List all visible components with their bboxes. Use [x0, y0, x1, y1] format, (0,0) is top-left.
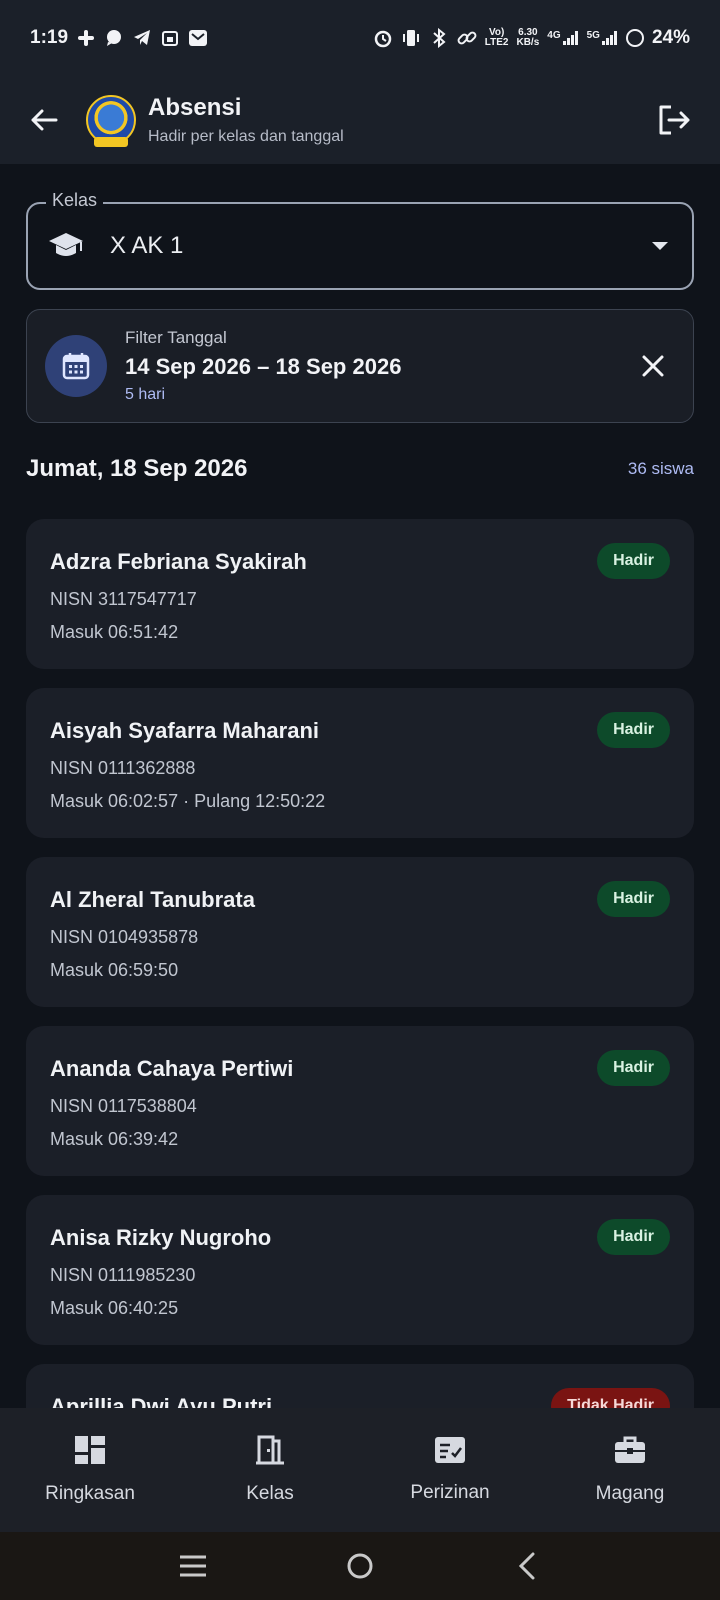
day-title: Jumat, 18 Sep 2026 — [26, 455, 248, 482]
status-badge: Hadir — [597, 1050, 670, 1086]
bottom-nav: Ringkasan Kelas Perizinan Magang — [0, 1408, 720, 1532]
back-button[interactable] — [24, 100, 64, 140]
page-title: Absensi — [148, 94, 242, 121]
volte-bottom: LTE2 — [484, 37, 509, 48]
status-badge: Tidak Hadir — [551, 1388, 670, 1408]
filter-days: 5 hari — [125, 386, 166, 403]
network-speed: 6.30 KB/s — [516, 28, 539, 48]
calendar-icon — [62, 353, 90, 380]
menu-icon — [180, 1555, 207, 1577]
app-header: Absensi Hadir per kelas dan tanggal — [0, 76, 720, 164]
header-titles: Absensi Hadir per kelas dan tanggal — [148, 94, 344, 146]
filter-range: 14 Sep 2026 – 18 Sep 2026 — [125, 354, 402, 379]
clear-filter-button[interactable] — [631, 344, 675, 388]
student-card[interactable]: Al Zheral Tanubrata NISN 0104935878 Masu… — [26, 857, 694, 1007]
student-name: Ananda Cahaya Pertiwi — [50, 1056, 294, 1081]
kelas-label: Kelas — [46, 190, 104, 211]
student-time: Masuk 06:02:57 · Pulang 12:50:22 — [50, 791, 326, 811]
student-nisn: NISN 0117538804 — [50, 1096, 197, 1116]
student-name: Al Zheral Tanubrata — [50, 887, 255, 912]
date-filter-card[interactable]: Filter Tanggal 14 Sep 2026 – 18 Sep 2026… — [26, 309, 694, 423]
calendar-small-icon — [160, 28, 180, 48]
nav-label: Ringkasan — [45, 1483, 135, 1504]
status-left: 1:19 — [30, 27, 208, 49]
signal-5g-label: 5G — [586, 30, 600, 41]
link-icon — [457, 28, 477, 48]
student-name: Anisa Rizky Nugroho — [50, 1225, 272, 1250]
student-card[interactable]: Anisa Rizky Nugroho NISN 0111985230 Masu… — [26, 1195, 694, 1345]
chat-bubble-icon — [104, 28, 124, 48]
status-badge: Hadir — [597, 881, 670, 917]
briefcase-icon — [615, 1436, 645, 1463]
signal-4g-label: 4G — [547, 30, 561, 41]
home-button[interactable] — [335, 1541, 385, 1591]
bluetooth-icon — [429, 28, 449, 48]
student-nisn: NISN 3117547717 — [50, 589, 197, 609]
close-icon — [642, 355, 664, 377]
volte-indicator: Vo) LTE2 — [485, 28, 509, 48]
student-time: Masuk 06:51:42 — [50, 622, 179, 642]
signal-bars-icon — [601, 31, 617, 45]
student-time: Masuk 06:40:25 — [50, 1298, 179, 1318]
student-time: Masuk 06:39:42 — [50, 1129, 179, 1149]
kelas-value: X AK 1 — [110, 232, 184, 259]
dropdown-arrow-icon — [652, 242, 668, 250]
student-card[interactable]: Aisyah Syafarra Maharani NISN 0111362888… — [26, 688, 694, 838]
status-badge: Hadir — [597, 712, 670, 748]
kelas-dropdown[interactable]: Kelas X AK 1 — [26, 190, 694, 290]
status-badge: Hadir — [597, 543, 670, 579]
student-count: 36 siswa — [627, 459, 694, 478]
signal-5g: 5G — [587, 31, 618, 45]
network-speed-unit: KB/s — [516, 37, 540, 48]
chevron-left-icon — [518, 1552, 535, 1580]
battery-icon — [625, 29, 644, 47]
status-bar: 1:19 Vo) LTE2 6.30 KB/s 4G 5G 24% — [0, 0, 720, 76]
battery-level: 24% — [651, 27, 690, 48]
school-logo — [86, 95, 136, 147]
checklist-icon — [435, 1437, 465, 1463]
nav-item-magang[interactable]: Magang — [545, 1435, 715, 1505]
student-nisn: NISN 0111362888 — [50, 758, 196, 778]
home-circle-icon — [347, 1553, 373, 1579]
vibrate-icon — [401, 28, 421, 48]
student-nisn: NISN 0104935878 — [50, 927, 199, 947]
nav-item-ringkasan[interactable]: Ringkasan — [5, 1435, 175, 1505]
filter-label: Filter Tanggal — [125, 328, 227, 347]
filter-text: Filter Tanggal 14 Sep 2026 – 18 Sep 2026… — [125, 328, 401, 404]
status-time: 1:19 — [30, 27, 69, 48]
student-name: Aisyah Syafarra Maharani — [50, 718, 320, 743]
nav-item-perizinan[interactable]: Perizinan — [365, 1436, 535, 1504]
alarm-icon — [373, 28, 393, 48]
logout-button[interactable] — [652, 98, 696, 142]
calendar-icon-circle — [45, 335, 107, 397]
status-right: Vo) LTE2 6.30 KB/s 4G 5G 24% — [373, 27, 690, 49]
student-card[interactable]: Aprillia Dwi Ayu Putri Tidak Hadir — [26, 1364, 694, 1408]
student-name: Adzra Febriana Syakirah — [50, 549, 307, 574]
status-badge: Hadir — [597, 1219, 670, 1255]
student-card[interactable]: Ananda Cahaya Pertiwi NISN 0117538804 Ma… — [26, 1026, 694, 1176]
system-back-button[interactable] — [502, 1541, 552, 1591]
student-list[interactable]: Adzra Febriana Syakirah NISN 3117547717 … — [26, 519, 694, 1408]
nav-label: Kelas — [246, 1483, 294, 1504]
signal-bars-icon — [562, 31, 578, 45]
student-nisn: NISN 0111985230 — [50, 1265, 196, 1285]
nav-label: Perizinan — [410, 1482, 490, 1503]
day-header: Jumat, 18 Sep 2026 36 siswa — [26, 455, 694, 483]
recent-apps-button[interactable] — [168, 1541, 218, 1591]
student-time: Masuk 06:59:50 — [50, 960, 179, 980]
door-icon — [256, 1435, 284, 1465]
nav-item-kelas[interactable]: Kelas — [185, 1435, 355, 1505]
page-subtitle: Hadir per kelas dan tanggal — [148, 128, 344, 145]
graduation-cap-icon — [49, 233, 83, 256]
arrow-left-icon — [31, 109, 58, 131]
telegram-icon — [132, 28, 152, 48]
nav-label: Magang — [595, 1483, 665, 1504]
system-nav-bar — [0, 1532, 720, 1600]
logout-icon — [659, 105, 690, 135]
student-card[interactable]: Adzra Febriana Syakirah NISN 3117547717 … — [26, 519, 694, 669]
mail-icon — [188, 28, 208, 48]
dashboard-icon — [75, 1436, 105, 1464]
slack-icon — [76, 28, 96, 48]
signal-4g: 4G — [547, 31, 578, 45]
